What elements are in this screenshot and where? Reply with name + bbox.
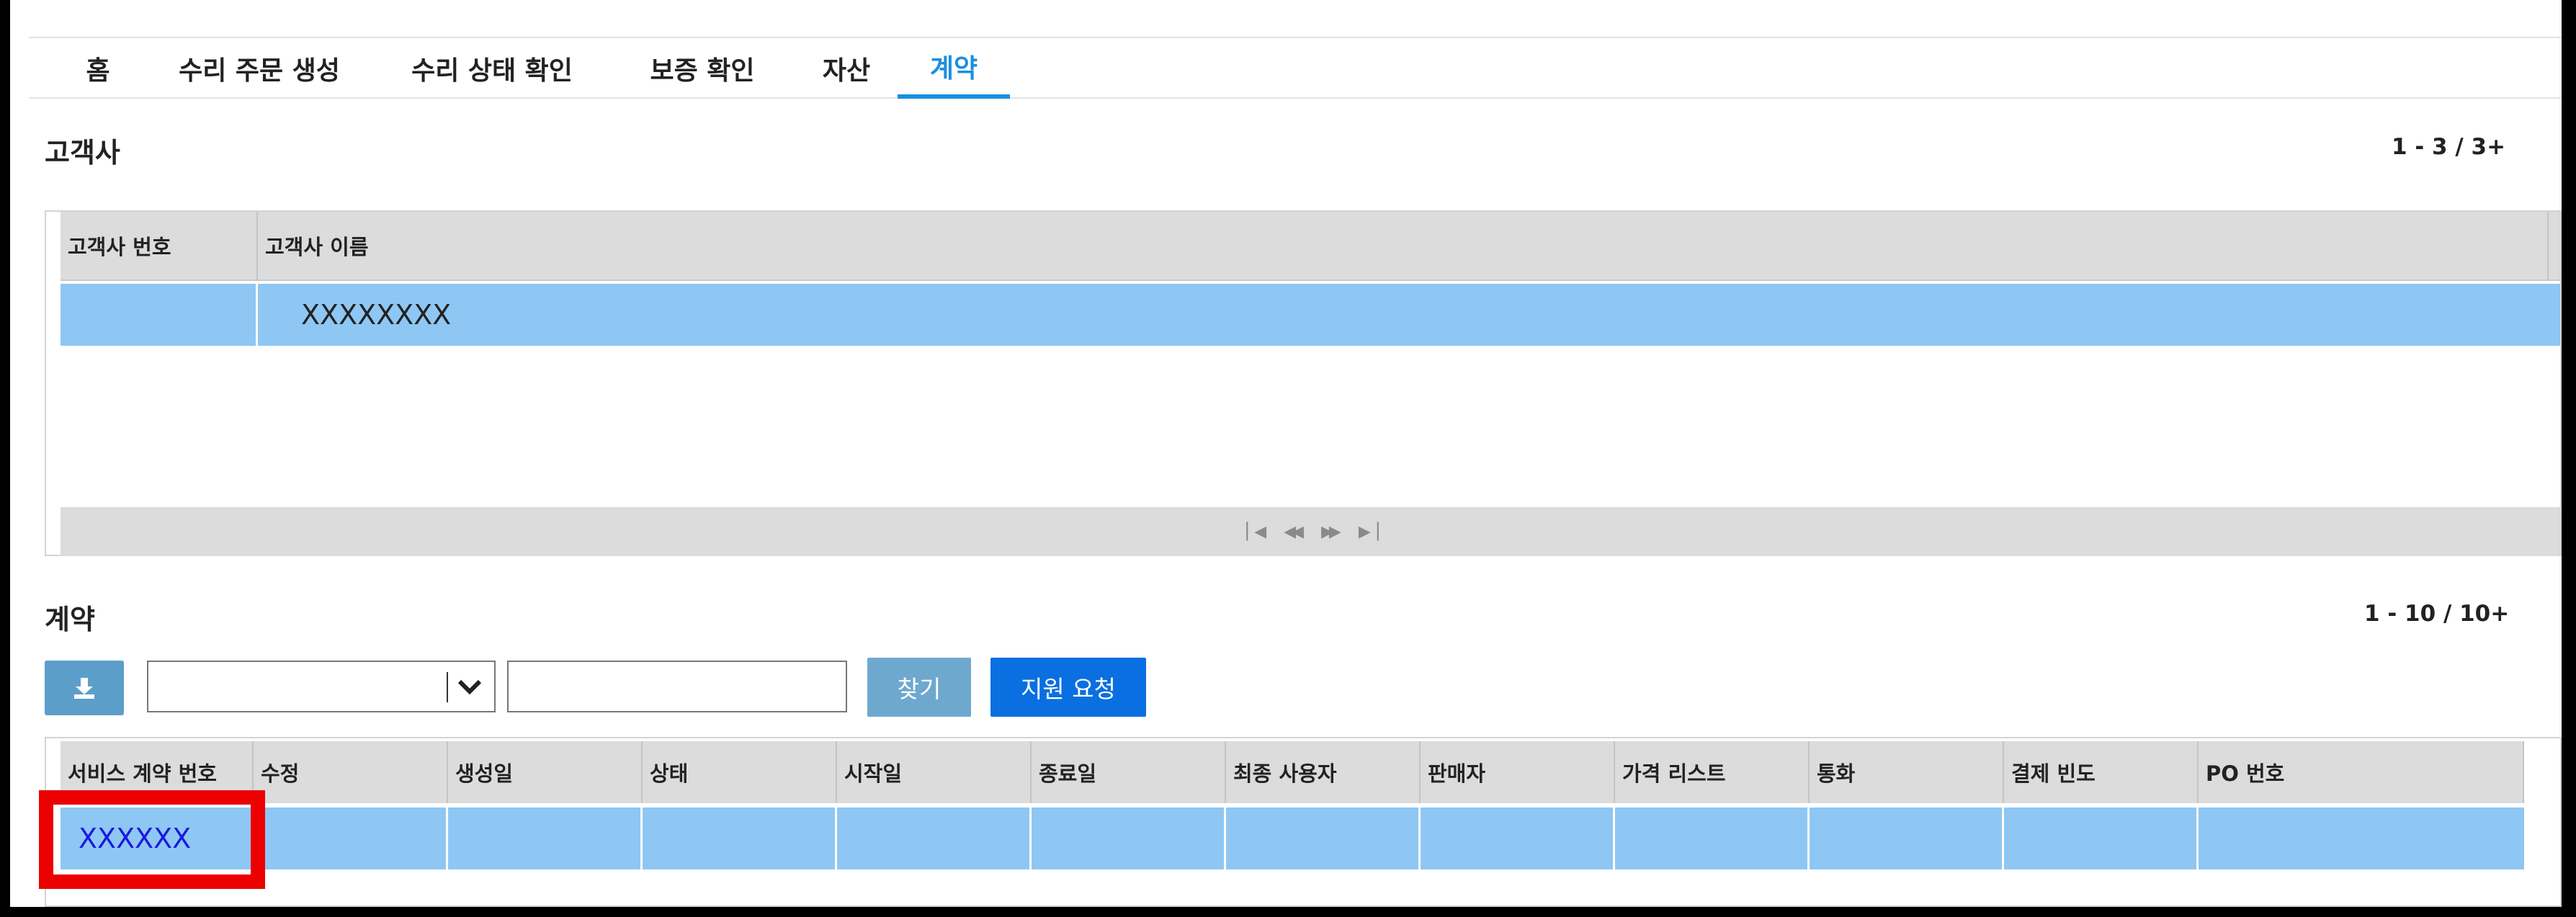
support-request-button[interactable]: 지원 요청 [990,658,1146,717]
contracts-count: 1 - 10 / 10+ [2364,601,2510,627]
column-header-start-date[interactable]: 시작일 [837,741,1032,803]
tab-contracts[interactable]: 계약 [898,38,1010,99]
download-button[interactable] [45,661,124,715]
status-cell [643,808,837,869]
customers-count: 1 - 3 / 3+ [2392,134,2506,160]
tab-warranty-check[interactable]: 보증 확인 [634,38,771,99]
column-header-currency[interactable]: 통화 [1810,741,2004,803]
tab-home[interactable]: 홈 [78,38,118,99]
download-icon [74,678,94,699]
customer-number-cell [61,284,258,346]
customer-name-cell: XXXXXXXX [301,299,452,331]
start-date-cell [837,808,1032,869]
customers-section-title: 고객사 [45,137,120,169]
column-header-billing-frequency[interactable]: 결제 빈도 [2004,741,2199,803]
price-list-cell [1615,808,1810,869]
column-header-end-user[interactable]: 최종 사용자 [1226,741,1421,803]
end-user-cell [1226,808,1421,869]
next-page-icon[interactable]: ▶▶ [1321,523,1341,541]
contracts-grid: 서비스 계약 번호 수정 생성일 상태 시작일 종료일 최종 사용자 판매자 가… [45,737,2562,907]
app-window: 홈 수리 주문 생성 수리 상태 확인 보증 확인 자산 계약 고객사 1 - … [10,0,2562,907]
search-field-select[interactable] [147,661,496,712]
column-header-price-list[interactable]: 가격 리스트 [1615,741,1810,803]
column-header-end-date[interactable]: 종료일 [1032,741,1226,803]
customers-grid-header: 고객사 번호 고객사 이름 [61,212,2560,281]
column-header-created-date[interactable]: 생성일 [448,741,643,803]
table-row[interactable]: XXXXXXXX [61,284,2560,346]
currency-cell [1810,808,2004,869]
column-header-customer-number[interactable]: 고객사 번호 [61,212,258,279]
column-header-customer-name[interactable]: 고객사 이름 [258,212,2549,279]
end-date-cell [1032,808,1226,869]
column-header-edit[interactable]: 수정 [254,741,448,803]
table-row[interactable]: XXXXXX [61,808,2524,869]
contracts-grid-header: 서비스 계약 번호 수정 생성일 상태 시작일 종료일 최종 사용자 판매자 가… [61,741,2524,803]
column-header-po-number[interactable]: PO 번호 [2199,741,2524,803]
column-header-seller[interactable]: 판매자 [1421,741,1615,803]
seller-cell [1421,808,1615,869]
created-date-cell [448,808,643,869]
find-button[interactable]: 찾기 [867,658,971,717]
tab-bar: 홈 수리 주문 생성 수리 상태 확인 보증 확인 자산 계약 [29,37,2562,99]
highlight-annotation-box [39,790,265,889]
edit-cell[interactable] [254,808,448,869]
search-input[interactable] [507,661,847,712]
tab-repair-status[interactable]: 수리 상태 확인 [395,38,589,99]
contracts-section-title: 계약 [45,604,95,635]
customers-grid: 고객사 번호 고객사 이름 XXXXXXXX ▏◀ ◀◀ ▶▶ ▶▕ [45,210,2562,556]
customers-pager: ▏◀ ◀◀ ▶▶ ▶▕ [61,507,2560,556]
select-divider [447,672,448,702]
column-header-status[interactable]: 상태 [643,741,837,803]
tab-create-repair-order[interactable]: 수리 주문 생성 [162,38,357,99]
billing-frequency-cell [2004,808,2199,869]
chevron-down-icon[interactable] [455,674,484,701]
tab-assets[interactable]: 자산 [807,38,886,99]
first-page-icon[interactable]: ▏◀ [1246,523,1266,541]
last-page-icon[interactable]: ▶▕ [1359,523,1379,541]
po-number-cell [2199,808,2524,869]
prev-page-icon[interactable]: ◀◀ [1284,523,1304,541]
